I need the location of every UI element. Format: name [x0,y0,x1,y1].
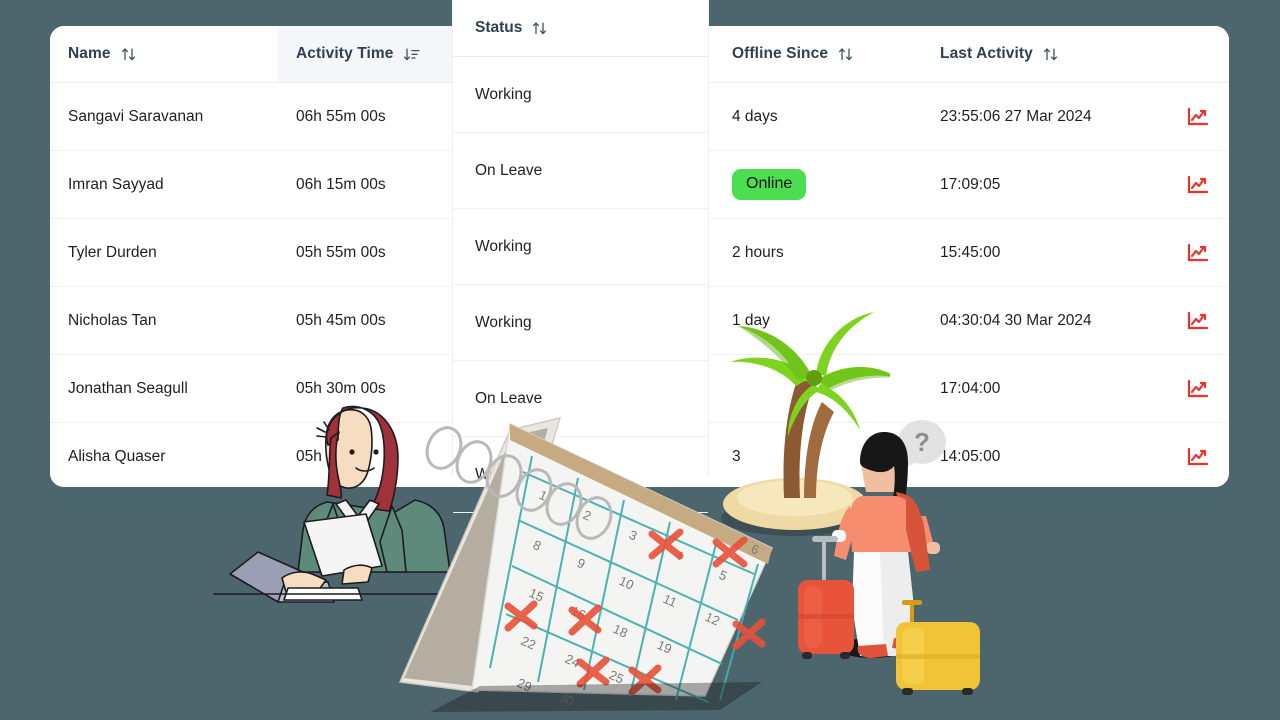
cell-status: Working [453,285,708,361]
status-badge: Online [732,169,807,200]
column-header-offline-since-label: Offline Since [732,45,829,62]
sort-updown-icon[interactable] [120,46,137,63]
column-header-activity-time-label: Activity Time [296,45,394,62]
cell-offline-since: Online [714,151,922,219]
cell-status: On Leave [453,133,708,209]
sort-updown-icon[interactable] [837,46,854,63]
cell-activity-time: 06h 15m 00s [278,151,452,219]
cell-name: Sangavi Saravanan [50,83,278,151]
cell-name: Tyler Durden [50,219,278,287]
line-chart-icon[interactable] [1187,83,1229,151]
screen-root: Name Activity Time Offline Since Last Ac… [0,0,1280,720]
cell-activity-time: 05h 45m 00s [278,287,452,355]
cell-name: Imran Sayyad [50,151,278,219]
sort-updown-icon[interactable] [531,20,548,37]
cell-activity-time: 06h 55m 00s [278,83,452,151]
sort-descending-icon[interactable] [403,46,421,63]
column-header-chart-actions [1187,26,1229,83]
cell-status: Working [453,209,708,285]
column-header-status[interactable]: Status [453,0,708,57]
cell-name: Nicholas Tan [50,287,278,355]
cell-last-activity: 23:55:06 27 Mar 2024 [922,83,1187,151]
cell-last-activity: 17:04:00 [922,355,1187,423]
cell-activity-time: 05h 55m 00s [278,219,452,287]
column-header-name[interactable]: Name [50,26,278,83]
line-chart-icon[interactable] [1187,219,1229,287]
cell-last-activity: 15:45:00 [922,219,1187,287]
cell-offline-since: 4 days [714,83,922,151]
sort-updown-icon[interactable] [1042,46,1059,63]
line-chart-icon[interactable] [1187,287,1229,355]
cell-last-activity: 17:09:05 [922,151,1187,219]
column-header-name-label: Name [68,45,111,62]
cell-offline-since: 2 hours [714,219,922,287]
cell-last-activity: 04:30:04 30 Mar 2024 [922,287,1187,355]
svg-text:?: ? [914,427,930,457]
traveler-with-luggage-illustration: ? [798,420,980,695]
line-chart-icon[interactable] [1187,355,1229,423]
line-chart-icon[interactable] [1187,423,1229,487]
column-header-activity-time[interactable]: Activity Time [278,26,452,83]
line-chart-icon[interactable] [1187,151,1229,219]
column-header-offline-since[interactable]: Offline Since [714,26,922,83]
column-header-status-label: Status [475,19,523,36]
column-header-last-activity-label: Last Activity [940,45,1033,62]
cell-status: Working [453,57,708,133]
column-header-last-activity[interactable]: Last Activity [922,26,1187,83]
